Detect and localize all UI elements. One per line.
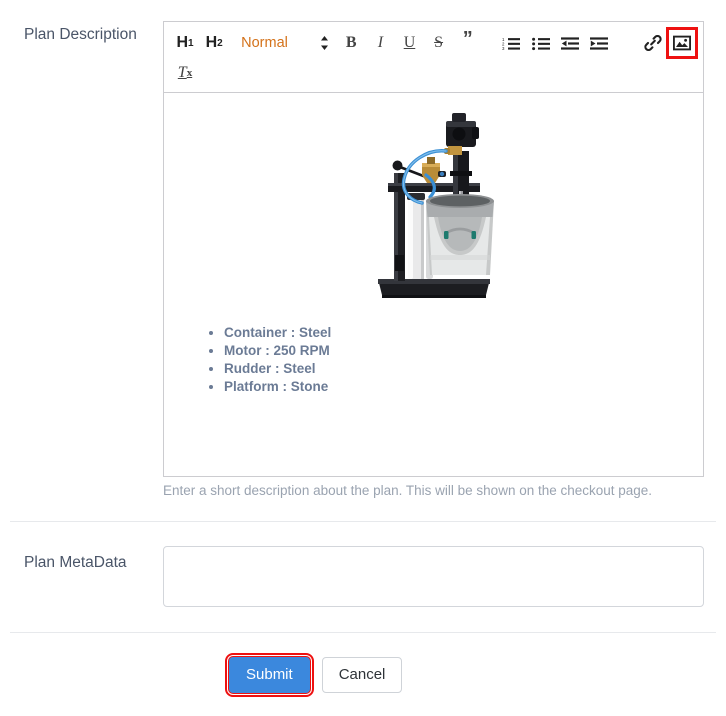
block-format-picker[interactable]: Normal (241, 35, 329, 51)
mixer-machine-image[interactable] (364, 105, 504, 305)
list-item: Rudder : Steel (224, 360, 689, 377)
plan-description-label: Plan Description (24, 26, 137, 43)
clear-formatting-label: T (177, 64, 187, 81)
clear-formatting-sub: x (186, 67, 193, 79)
svg-text:3: 3 (502, 46, 505, 51)
inserted-image-wrap (178, 103, 689, 310)
image-icon[interactable] (666, 27, 699, 59)
submit-button[interactable]: Submit (225, 653, 314, 697)
header-2-sub: 2 (217, 37, 223, 49)
chevron-updown-icon (320, 35, 329, 51)
list-item: Container : Steel (224, 324, 689, 341)
editor-toolbar: H1 H2 Normal B I U S ” 1 2 3 T x (164, 22, 703, 93)
block-format-value: Normal (241, 35, 288, 51)
toolbar-row-secondary: Tx (172, 58, 695, 88)
cancel-button[interactable]: Cancel (321, 657, 403, 693)
italic-button[interactable]: I (367, 30, 393, 56)
outdent-button[interactable] (557, 30, 583, 56)
plan-metadata-label: Plan MetaData (24, 554, 127, 571)
list-item: Motor : 250 RPM (224, 342, 689, 359)
indent-button[interactable] (586, 30, 612, 56)
editor-content-area[interactable]: Container : Steel Motor : 250 RPM Rudder… (164, 93, 703, 481)
bullet-list-button[interactable] (528, 30, 554, 56)
plan-metadata-label-wrap: Plan MetaData (24, 552, 164, 573)
rich-text-editor[interactable]: H1 H2 Normal B I U S ” 1 2 3 T x • Conta… (163, 21, 704, 477)
header-2-button[interactable]: H2 (201, 30, 227, 56)
clear-formatting-button[interactable]: Tx (172, 60, 198, 86)
blockquote-button[interactable]: ” (455, 29, 481, 56)
underline-button[interactable]: U (396, 30, 422, 56)
bold-button[interactable]: B (338, 30, 364, 56)
plan-metadata-input[interactable] (163, 546, 704, 607)
link-icon[interactable] (640, 30, 666, 56)
ordered-list-button[interactable]: 1 2 3 (498, 30, 524, 56)
strikethrough-button[interactable]: S (426, 30, 452, 56)
header-1-button[interactable]: H1 (172, 30, 198, 56)
section-divider (10, 521, 716, 522)
plan-description-label-wrap: Plan Description (24, 24, 154, 45)
spec-list: Container : Steel Motor : 250 RPM Rudder… (178, 324, 689, 395)
toolbar-row-primary: H1 H2 Normal B I U S ” 1 2 3 (172, 27, 699, 59)
header-1-sub: 1 (188, 37, 194, 49)
list-item: Platform : Stone (224, 378, 689, 395)
header-2-label: H (205, 34, 218, 51)
plan-description-help-text: Enter a short description about the plan… (163, 483, 653, 498)
form-actions: Submit Cancel (225, 653, 403, 697)
actions-divider (10, 632, 716, 633)
header-1-label: H (176, 34, 188, 51)
plan-form-page: Plan Description H1 H2 Normal B I U S ” … (0, 0, 726, 716)
